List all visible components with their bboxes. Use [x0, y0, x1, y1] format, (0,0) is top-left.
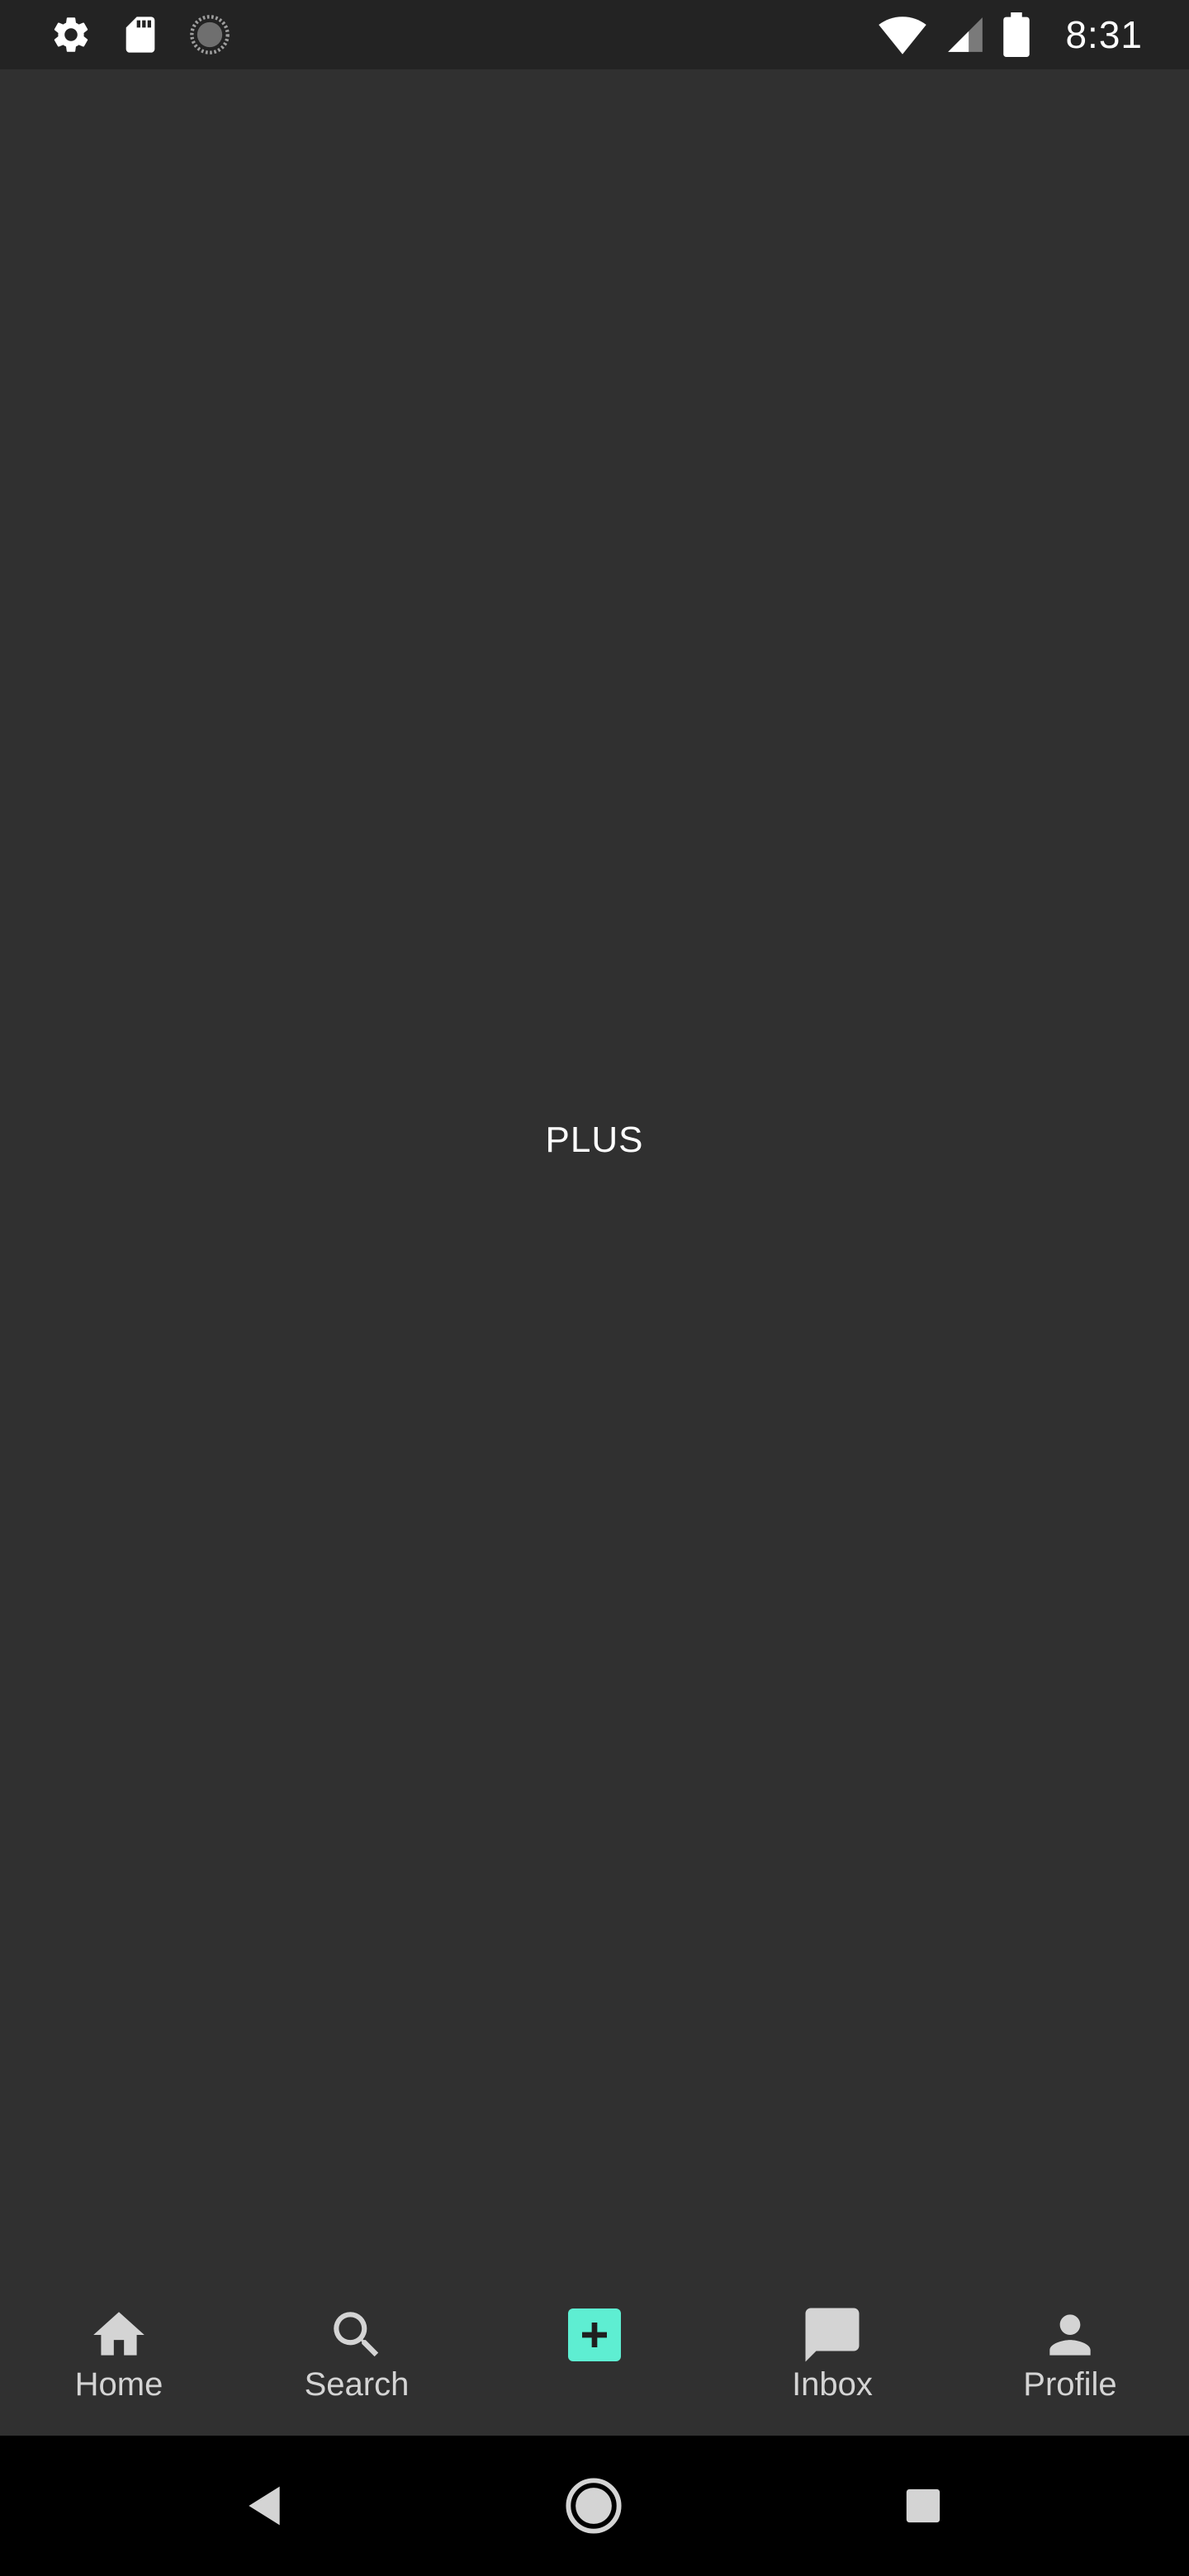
sd-card-icon — [119, 13, 162, 56]
app-screen: 8:31 PLUS Home Search Inbox Profile — [0, 0, 1189, 2576]
plus-box — [568, 2308, 621, 2361]
nav-item-plus[interactable] — [476, 2271, 713, 2436]
nav-label-profile: Profile — [1023, 2366, 1117, 2403]
status-left-icons — [50, 12, 231, 58]
wifi-icon — [877, 14, 928, 55]
nav-item-search[interactable]: Search — [238, 2271, 476, 2436]
status-bar: 8:31 — [0, 0, 1189, 69]
cell-signal-icon — [945, 14, 986, 55]
nav-label-inbox: Inbox — [792, 2366, 873, 2403]
search-icon — [324, 2302, 390, 2368]
sync-circle-icon — [188, 13, 231, 56]
nav-item-inbox[interactable]: Inbox — [713, 2271, 951, 2436]
home-circle-icon[interactable] — [565, 2477, 623, 2535]
recents-square-icon[interactable] — [894, 2477, 952, 2535]
bottom-navigation-bar: Home Search Inbox Profile — [0, 2271, 1189, 2436]
battery-icon — [1002, 12, 1030, 57]
gear-icon — [50, 13, 92, 56]
nav-item-home[interactable]: Home — [0, 2271, 238, 2436]
back-icon[interactable] — [235, 2477, 293, 2535]
system-navigation-bar — [0, 2436, 1189, 2576]
nav-item-profile[interactable]: Profile — [951, 2271, 1189, 2436]
page-center-label: PLUS — [545, 1120, 644, 1160]
home-icon — [86, 2302, 152, 2368]
status-right-icons: 8:31 — [877, 10, 1143, 59]
chat-bubble-icon — [799, 2302, 865, 2368]
person-icon — [1037, 2302, 1103, 2368]
main-content: PLUS — [0, 69, 1189, 2271]
nav-label-search: Search — [304, 2366, 410, 2403]
nav-label-home: Home — [74, 2366, 163, 2403]
status-time: 8:31 — [1065, 13, 1143, 56]
plus-icon — [561, 2302, 628, 2368]
